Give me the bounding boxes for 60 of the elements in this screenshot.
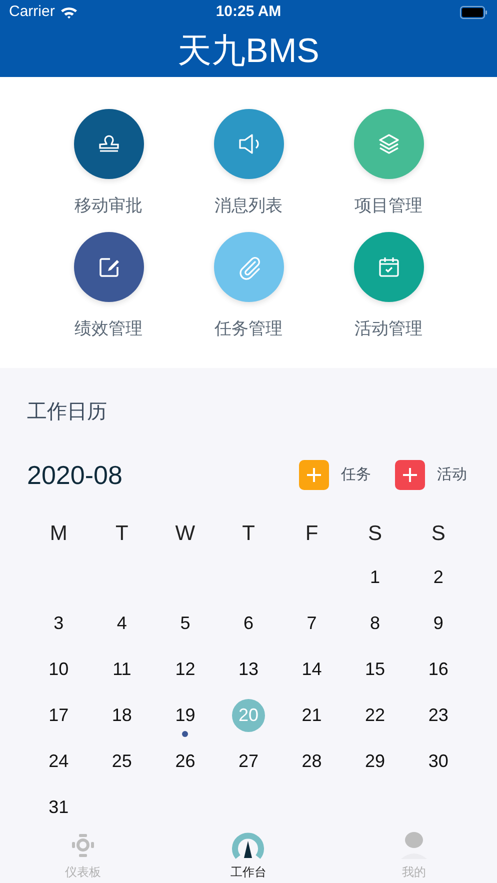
day-number[interactable]: 27 [238,748,258,774]
day-number[interactable]: 9 [433,610,444,636]
plus-icon [402,467,418,483]
day-number[interactable]: 21 [302,702,322,728]
day-number[interactable]: 8 [370,610,380,636]
shortcut-label: 任务管理 [214,318,282,340]
shortcut-label: 绩效管理 [74,318,142,340]
weekday-label: W [175,521,196,547]
battery-icon [460,6,488,19]
day-number[interactable]: 29 [365,748,386,774]
weekday-label: T [242,521,255,547]
person-icon [399,831,430,859]
day-number[interactable]: 24 [48,748,69,774]
shortcut-label: 移动审批 [74,195,142,217]
day-number[interactable]: 17 [48,702,69,728]
clock-time: 10:25 AM [216,2,282,22]
carrier-label: Carrier [9,2,55,22]
shortcut-label: 消息列表 [214,195,282,217]
day-number[interactable]: 7 [306,610,317,636]
plus-icon [306,467,322,483]
day-number[interactable]: 14 [302,656,322,682]
day-number[interactable]: 2 [433,564,444,590]
weekday-label: S [368,521,382,547]
day-number[interactable]: 26 [175,748,196,774]
add-label: 任务 [341,464,371,485]
day-number[interactable]: 5 [180,610,190,636]
tab-button[interactable]: 工作台 [166,828,332,883]
weekday-label: S [431,521,446,547]
weekday-label: F [305,521,318,547]
day-number[interactable]: 22 [365,702,386,728]
day-number[interactable]: 10 [48,656,69,682]
day-number[interactable]: 28 [302,748,322,774]
day-number[interactable]: 1 [370,564,380,590]
day-number[interactable]: 15 [365,656,386,682]
add-button[interactable] [299,460,329,490]
day-number[interactable]: 12 [175,656,196,682]
day-number[interactable]: 3 [54,610,64,636]
day-number[interactable]: 30 [428,748,448,774]
day-number[interactable]: 31 [48,794,69,820]
day-number[interactable]: 16 [428,656,448,682]
month-label: 2020-08 [27,458,122,492]
add-button[interactable] [395,460,425,490]
day-number[interactable]: 18 [112,702,132,728]
weekday-label: M [50,521,68,547]
add-label: 活动 [437,464,467,485]
shortcut-label: 项目管理 [354,195,422,217]
wifi-icon [60,6,78,19]
day-number[interactable]: 6 [243,610,254,636]
day-number[interactable]: 25 [112,748,132,774]
day-number[interactable]: 4 [116,610,127,636]
dashboard-icon [70,833,95,859]
shortcut-label: 活动管理 [354,318,422,340]
day-number[interactable]: 11 [112,656,132,682]
gauge-icon [232,831,264,859]
day-number[interactable]: 13 [238,656,258,682]
app-title: 天九BMS [178,34,320,68]
day-number[interactable]: 19 [175,702,196,728]
section-title: 工作日历 [27,400,108,425]
weekday-label: T [116,521,128,547]
day-number[interactable]: 23 [428,702,448,728]
